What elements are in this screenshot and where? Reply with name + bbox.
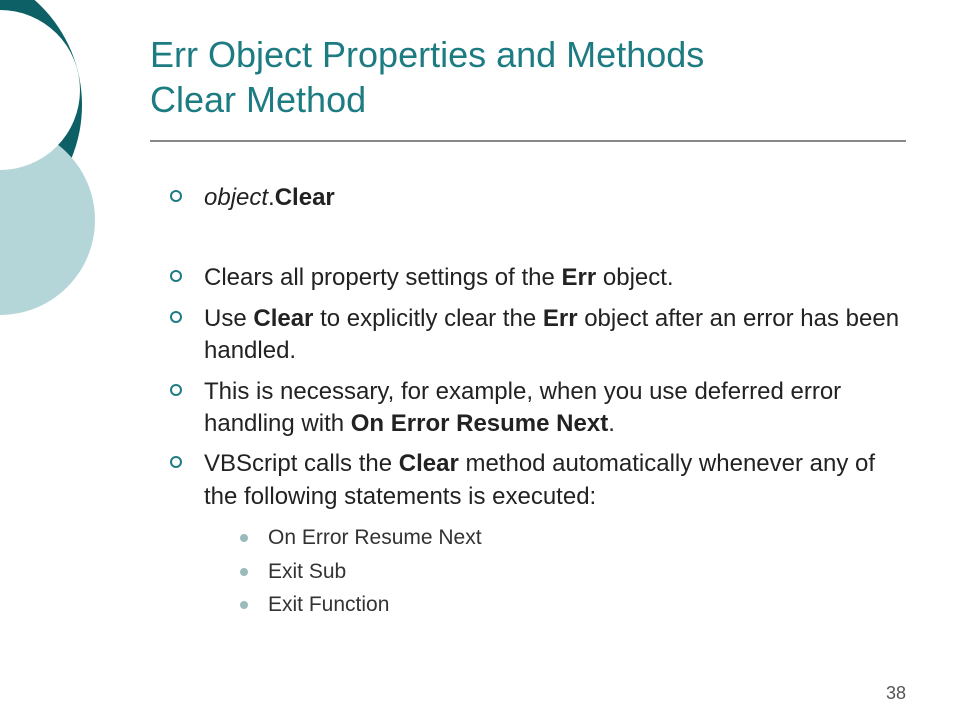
slide-content: Err Object Properties and Methods Clear …: [0, 0, 966, 622]
dot-bullet-icon: [240, 534, 248, 542]
title-line-2: Clear Method: [150, 79, 366, 120]
title-line-1: Err Object Properties and Methods: [150, 34, 704, 75]
bullet-text: Use Clear to explicitly clear the Err ob…: [204, 305, 899, 364]
bullet-text: object.Clear: [204, 184, 335, 211]
sub-bullet-item-1: Exit Sub: [240, 555, 906, 589]
circle-bullet-icon: [170, 270, 182, 282]
bullet-item-3: This is necessary, for example, when you…: [170, 376, 906, 441]
sub-bullet-text: On Error Resume Next: [268, 526, 482, 549]
sub-bullet-item-2: Exit Function: [240, 588, 906, 622]
bullet-text: This is necessary, for example, when you…: [204, 378, 841, 437]
sub-bullet-list: On Error Resume Next Exit Sub Exit Functio…: [170, 521, 906, 622]
bullet-item-0: object.Clear: [170, 182, 906, 214]
bullet-text: VBScript calls the Clear method automati…: [204, 450, 875, 509]
circle-bullet-icon: [170, 311, 182, 323]
bullet-list: object.Clear Clears all property settings…: [150, 182, 906, 622]
page-number: 38: [886, 683, 906, 704]
dot-bullet-icon: [240, 568, 248, 576]
sub-bullet-text: Exit Sub: [268, 560, 346, 583]
circle-bullet-icon: [170, 456, 182, 468]
bullet-item-1: Clears all property settings of the Err …: [170, 262, 906, 294]
title-divider: [150, 140, 906, 142]
bullet-item-4: VBScript calls the Clear method automati…: [170, 448, 906, 513]
circle-bullet-icon: [170, 190, 182, 202]
slide-title: Err Object Properties and Methods Clear …: [150, 32, 906, 122]
dot-bullet-icon: [240, 601, 248, 609]
bullet-item-2: Use Clear to explicitly clear the Err ob…: [170, 303, 906, 368]
circle-bullet-icon: [170, 384, 182, 396]
sub-bullet-text: Exit Function: [268, 593, 389, 616]
sub-bullet-item-0: On Error Resume Next: [240, 521, 906, 555]
bullet-text: Clears all property settings of the Err …: [204, 264, 674, 291]
